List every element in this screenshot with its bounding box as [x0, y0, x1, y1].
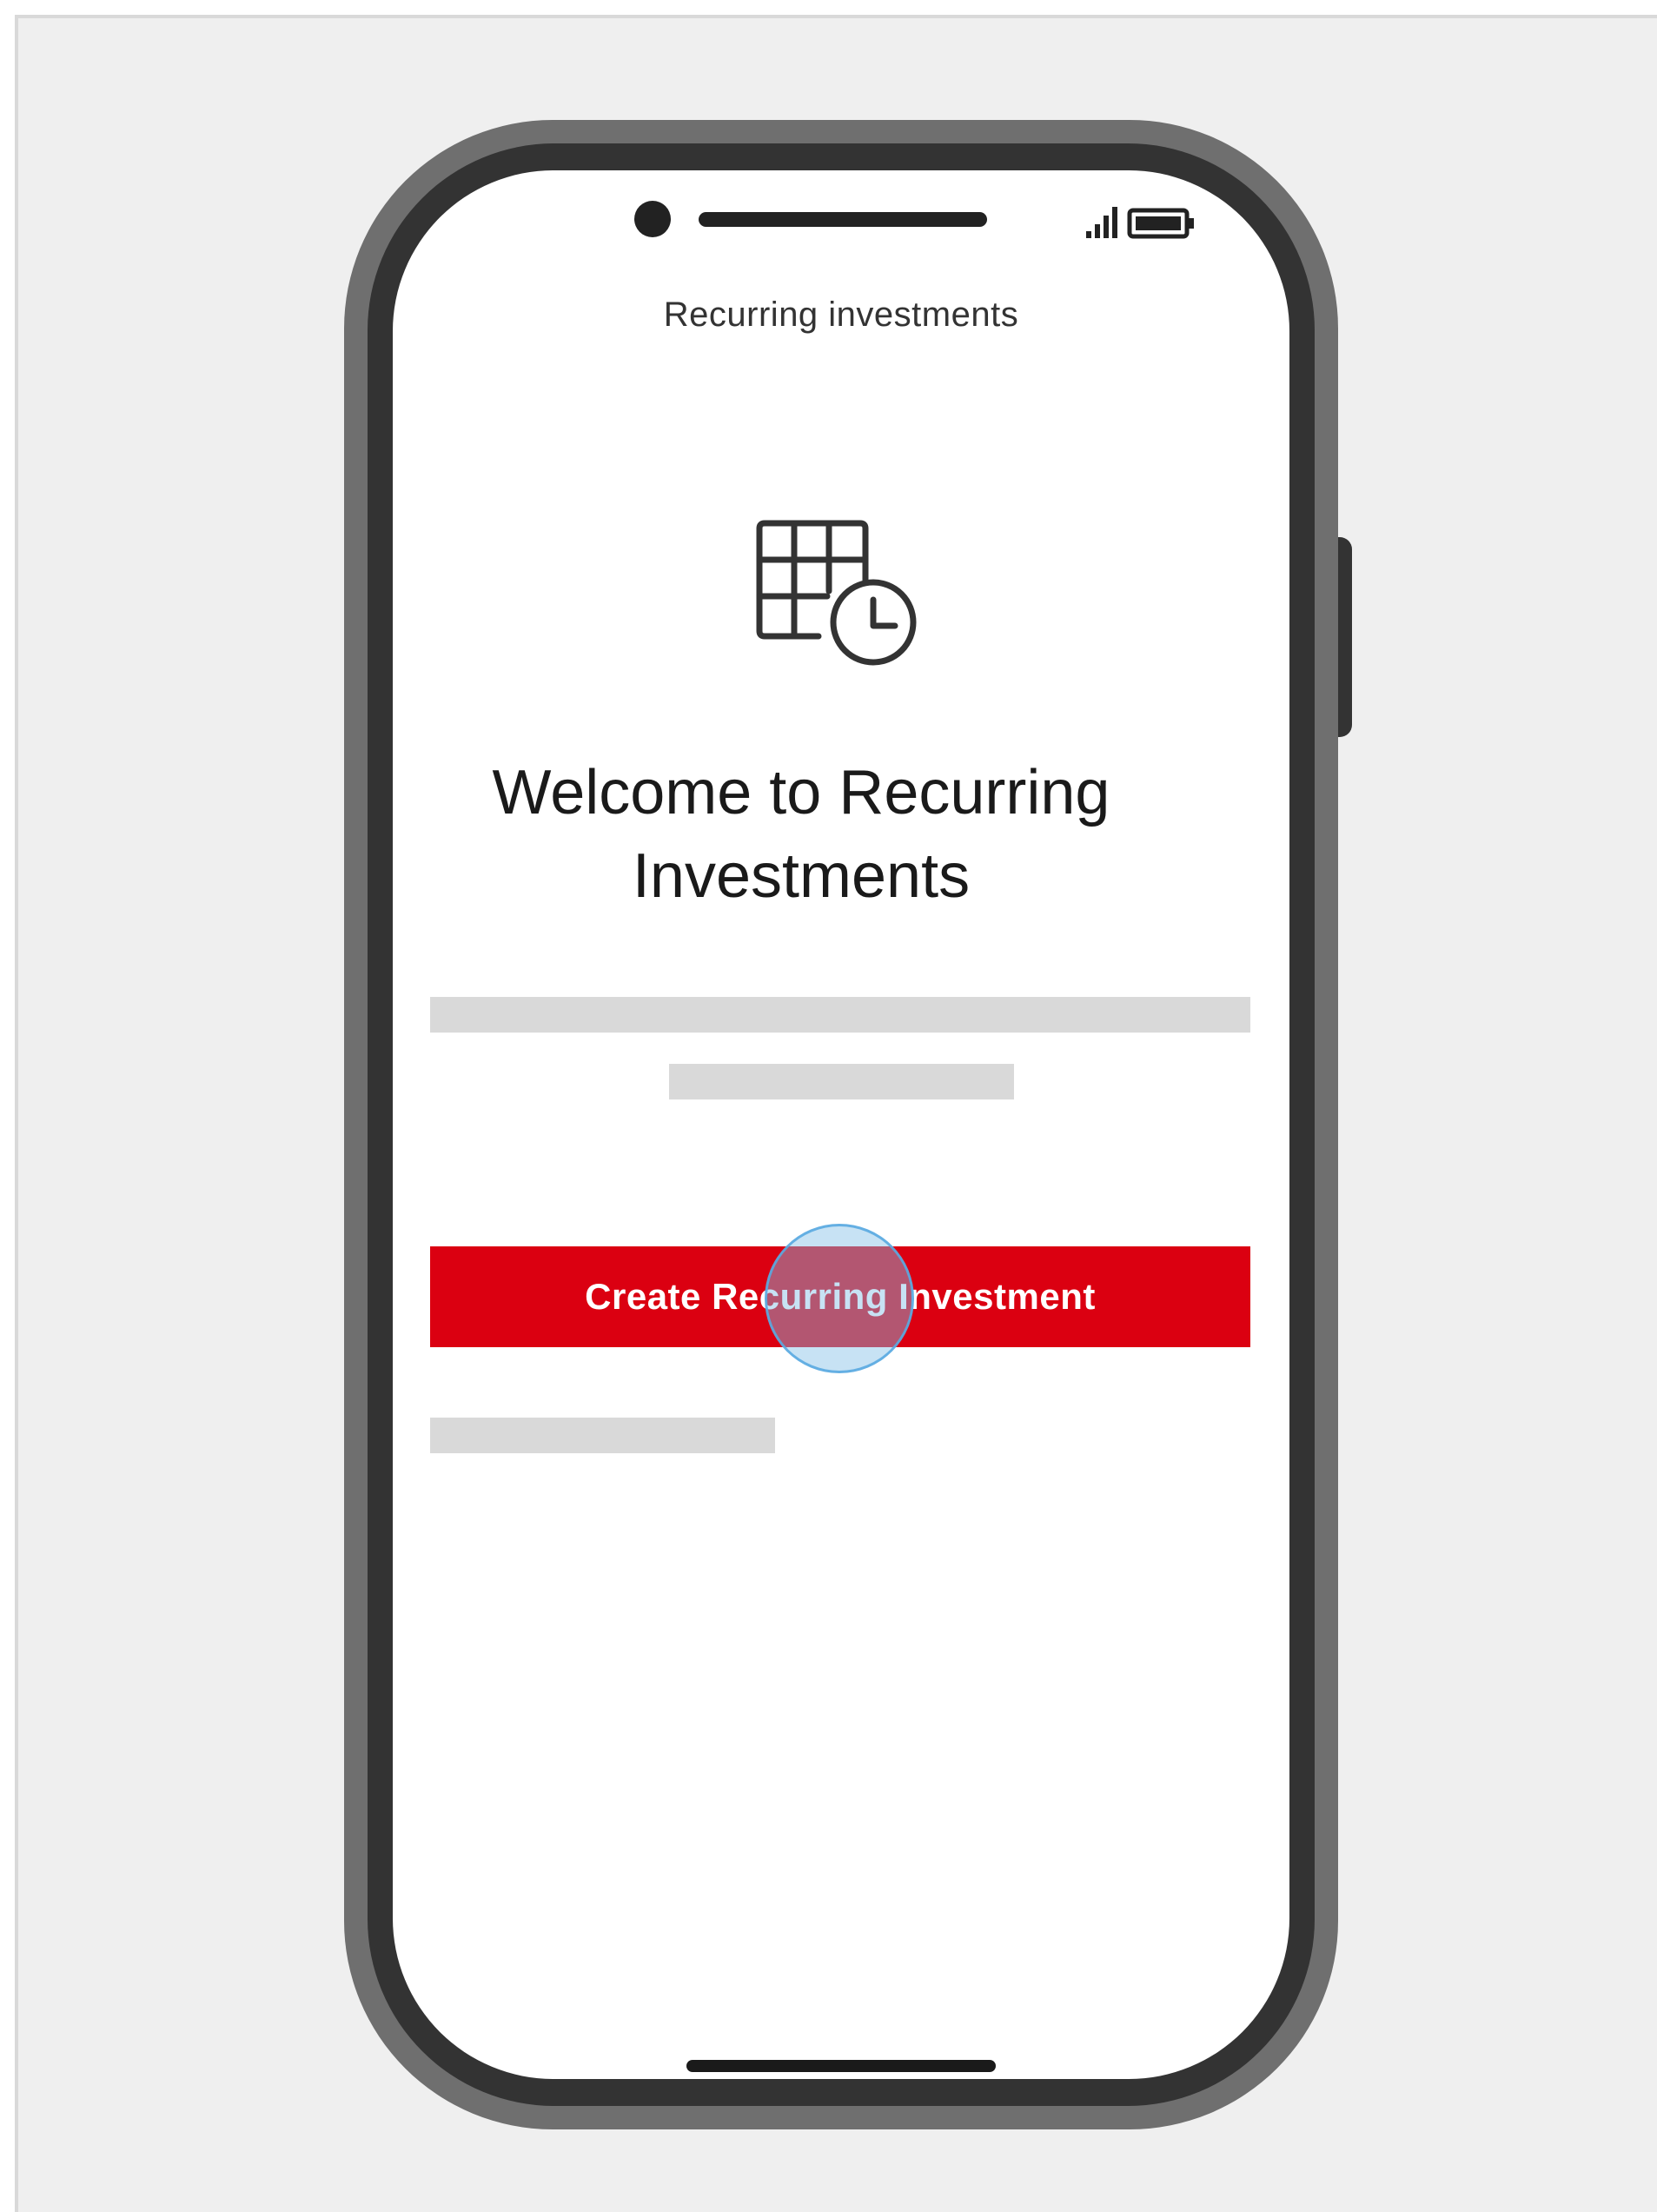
- welcome-heading: Welcome to Recurring Investments: [492, 758, 1110, 911]
- speaker-grille: [699, 212, 987, 227]
- battery-icon: [1127, 208, 1194, 239]
- status-bar-icons: [1086, 207, 1194, 239]
- calendar-clock-icon: [756, 520, 917, 666]
- device-screen: Recurring investments Welcome to Recurri…: [393, 170, 1289, 2079]
- placeholder-link[interactable]: [430, 1418, 775, 1453]
- camera-icon: [634, 201, 671, 237]
- placeholder-text-line: [669, 1064, 1014, 1099]
- placeholder-text-line: [430, 997, 1250, 1033]
- create-recurring-investment-button[interactable]: Create Recurring Investment: [430, 1246, 1250, 1347]
- signal-icon: [1086, 207, 1117, 238]
- home-indicator[interactable]: [686, 2060, 996, 2072]
- page-title: Recurring investments: [663, 296, 1019, 334]
